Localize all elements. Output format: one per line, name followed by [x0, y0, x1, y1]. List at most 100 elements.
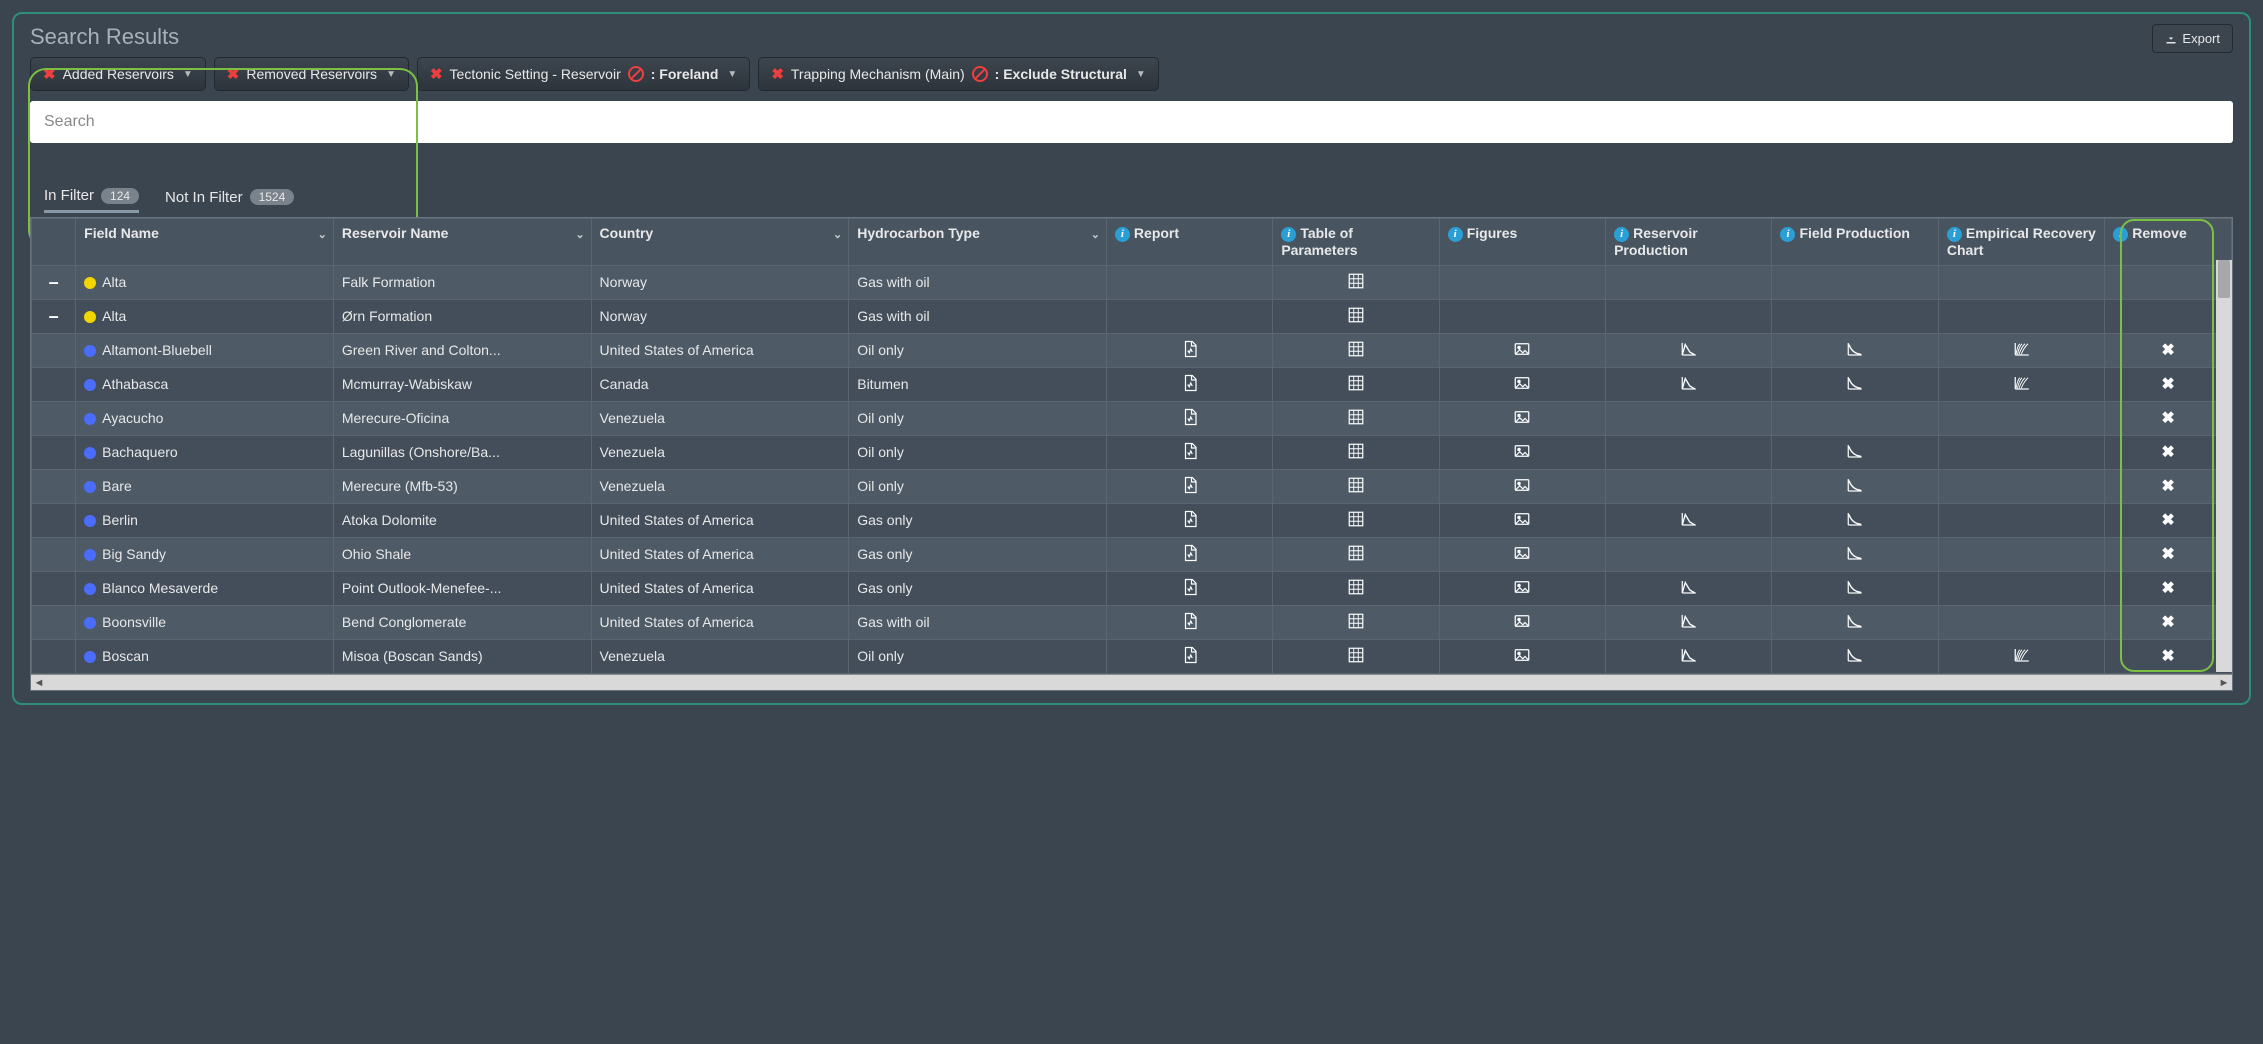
cell-report[interactable]: [1106, 367, 1272, 401]
cell-field-production[interactable]: [1772, 333, 1938, 367]
cell-table-params[interactable]: [1273, 299, 1439, 333]
table-row[interactable]: Big SandyOhio ShaleUnited States of Amer…: [32, 537, 2232, 571]
expand-toggle[interactable]: [32, 435, 76, 469]
table-row[interactable]: AthabascaMcmurray-WabiskawCanadaBitumen✖: [32, 367, 2232, 401]
expand-toggle[interactable]: –: [32, 265, 76, 299]
cell-figures[interactable]: [1439, 571, 1605, 605]
cell-table-params[interactable]: [1273, 333, 1439, 367]
cell-table-params[interactable]: [1273, 435, 1439, 469]
cell-reservoir-production[interactable]: [1606, 333, 1772, 367]
remove-button[interactable]: ✖: [2105, 367, 2232, 401]
cell-reservoir-production[interactable]: [1606, 639, 1772, 673]
cell-figures[interactable]: [1439, 333, 1605, 367]
cell-report[interactable]: [1106, 605, 1272, 639]
remove-button[interactable]: ✖: [2105, 435, 2232, 469]
tab-in-filter[interactable]: In Filter 124: [44, 181, 139, 213]
filter-tectonic-setting[interactable]: ✖ Tectonic Setting - Reservoir : Forelan…: [417, 57, 750, 91]
expand-toggle[interactable]: [32, 571, 76, 605]
cell-table-params[interactable]: [1273, 639, 1439, 673]
scroll-right-icon[interactable]: ►: [2216, 675, 2232, 691]
cell-report[interactable]: [1106, 333, 1272, 367]
remove-button[interactable]: ✖: [2105, 605, 2232, 639]
expand-toggle[interactable]: [32, 401, 76, 435]
filter-trapping-mechanism[interactable]: ✖ Trapping Mechanism (Main) : Exclude St…: [758, 57, 1159, 91]
table-row[interactable]: BerlinAtoka DolomiteUnited States of Ame…: [32, 503, 2232, 537]
cell-figures[interactable]: [1439, 503, 1605, 537]
cell-figures[interactable]: [1439, 605, 1605, 639]
expand-toggle[interactable]: –: [32, 299, 76, 333]
cell-figures[interactable]: [1439, 367, 1605, 401]
col-country[interactable]: Country⌄: [591, 219, 849, 266]
cell-figures[interactable]: [1439, 537, 1605, 571]
horizontal-scrollbar[interactable]: ◄ ►: [31, 674, 2232, 690]
col-reservoir-name[interactable]: Reservoir Name⌄: [333, 219, 591, 266]
col-field-production[interactable]: iField Production: [1772, 219, 1938, 266]
cell-field-production[interactable]: [1772, 435, 1938, 469]
cell-empirical[interactable]: [1938, 333, 2104, 367]
cell-report[interactable]: [1106, 503, 1272, 537]
cell-report[interactable]: [1106, 537, 1272, 571]
remove-button[interactable]: ✖: [2105, 503, 2232, 537]
cell-reservoir-production[interactable]: [1606, 605, 1772, 639]
search-input[interactable]: [30, 101, 2233, 143]
remove-button[interactable]: ✖: [2105, 537, 2232, 571]
col-report[interactable]: iReport: [1106, 219, 1272, 266]
cell-table-params[interactable]: [1273, 503, 1439, 537]
filter-added-reservoirs[interactable]: ✖ Added Reservoirs ▼: [30, 57, 206, 91]
table-row[interactable]: BoonsvilleBend ConglomerateUnited States…: [32, 605, 2232, 639]
cell-field-production[interactable]: [1772, 469, 1938, 503]
cell-field-production[interactable]: [1772, 503, 1938, 537]
cell-table-params[interactable]: [1273, 367, 1439, 401]
filter-removed-reservoirs[interactable]: ✖ Removed Reservoirs ▼: [214, 57, 409, 91]
remove-button[interactable]: ✖: [2105, 333, 2232, 367]
remove-button[interactable]: ✖: [2105, 401, 2232, 435]
cell-figures[interactable]: [1439, 469, 1605, 503]
expand-toggle[interactable]: [32, 469, 76, 503]
col-field-name[interactable]: Field Name⌄: [76, 219, 334, 266]
expand-toggle[interactable]: [32, 605, 76, 639]
cell-table-params[interactable]: [1273, 401, 1439, 435]
table-row[interactable]: Altamont-BluebellGreen River and Colton.…: [32, 333, 2232, 367]
vertical-scrollbar[interactable]: [2216, 260, 2232, 672]
cell-report[interactable]: [1106, 639, 1272, 673]
col-reservoir-production[interactable]: iReservoir Production: [1606, 219, 1772, 266]
cell-reservoir-production[interactable]: [1606, 367, 1772, 401]
expand-toggle[interactable]: [32, 503, 76, 537]
cell-report[interactable]: [1106, 401, 1272, 435]
col-hydrocarbon[interactable]: Hydrocarbon Type⌄: [849, 219, 1107, 266]
col-expand[interactable]: [32, 219, 76, 266]
table-row[interactable]: BareMerecure (Mfb-53)VenezuelaOil only✖: [32, 469, 2232, 503]
expand-toggle[interactable]: [32, 367, 76, 401]
cell-table-params[interactable]: [1273, 605, 1439, 639]
remove-button[interactable]: ✖: [2105, 571, 2232, 605]
cell-field-production[interactable]: [1772, 605, 1938, 639]
table-row[interactable]: –AltaØrn FormationNorwayGas with oil: [32, 299, 2232, 333]
tab-not-in-filter[interactable]: Not In Filter 1524: [165, 181, 294, 213]
col-figures[interactable]: iFigures: [1439, 219, 1605, 266]
cell-figures[interactable]: [1439, 639, 1605, 673]
cell-empirical[interactable]: [1938, 639, 2104, 673]
expand-toggle[interactable]: [32, 639, 76, 673]
cell-table-params[interactable]: [1273, 537, 1439, 571]
cell-report[interactable]: [1106, 469, 1272, 503]
expand-toggle[interactable]: [32, 537, 76, 571]
col-remove[interactable]: iRemove: [2105, 219, 2232, 266]
expand-toggle[interactable]: [32, 333, 76, 367]
cell-table-params[interactable]: [1273, 571, 1439, 605]
cell-reservoir-production[interactable]: [1606, 571, 1772, 605]
col-empirical[interactable]: iEmpirical Recovery Chart: [1938, 219, 2104, 266]
scroll-left-icon[interactable]: ◄: [31, 675, 47, 691]
cell-reservoir-production[interactable]: [1606, 503, 1772, 537]
table-row[interactable]: Blanco MesaverdePoint Outlook-Menefee-..…: [32, 571, 2232, 605]
cell-table-params[interactable]: [1273, 265, 1439, 299]
table-row[interactable]: –AltaFalk FormationNorwayGas with oil: [32, 265, 2232, 299]
cell-field-production[interactable]: [1772, 639, 1938, 673]
table-row[interactable]: BoscanMisoa (Boscan Sands)VenezuelaOil o…: [32, 639, 2232, 673]
cell-field-production[interactable]: [1772, 537, 1938, 571]
remove-button[interactable]: ✖: [2105, 469, 2232, 503]
cell-field-production[interactable]: [1772, 367, 1938, 401]
table-row[interactable]: BachaqueroLagunillas (Onshore/Ba...Venez…: [32, 435, 2232, 469]
cell-report[interactable]: [1106, 571, 1272, 605]
remove-button[interactable]: ✖: [2105, 639, 2232, 673]
cell-table-params[interactable]: [1273, 469, 1439, 503]
